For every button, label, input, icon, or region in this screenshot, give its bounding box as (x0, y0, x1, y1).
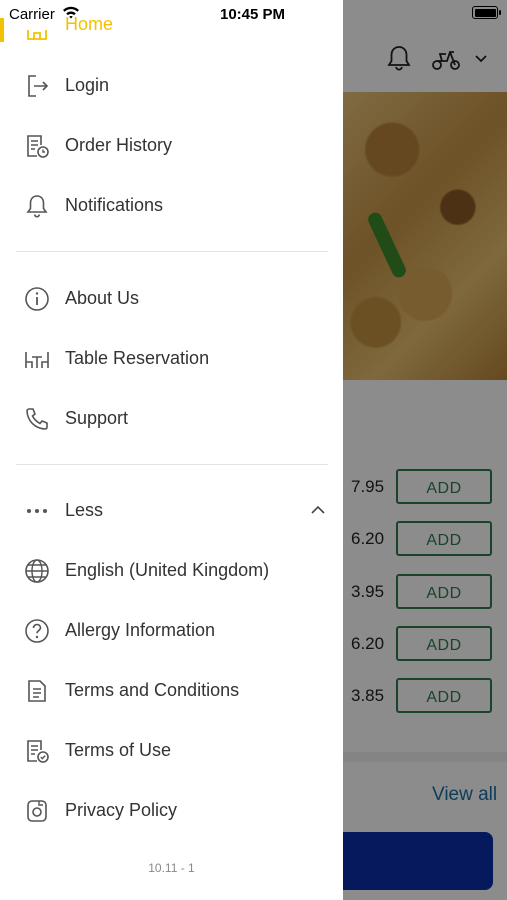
drawer-item-label: English (United Kingdom) (65, 560, 270, 580)
drawer-divider (16, 251, 328, 252)
document-icon (28, 680, 46, 702)
privacy-icon (27, 800, 47, 822)
drawer-divider (16, 464, 328, 465)
drawer-item-label: About Us (65, 288, 140, 308)
drawer-item-label: Table Reservation (65, 348, 210, 368)
drawer-item-about-us[interactable]: About Us (0, 274, 343, 324)
drawer-item-table-reservation[interactable]: Table Reservation (0, 334, 343, 384)
bell-icon (26, 195, 48, 218)
drawer-item-notifications[interactable]: Notifications (0, 181, 343, 231)
navigation-drawer: Home Login Order History Notifications A… (0, 0, 343, 900)
status-bar: Carrier 10:45 PM (0, 0, 507, 30)
chevron-up-icon (311, 505, 325, 514)
drawer-item-label: Order History (65, 135, 173, 155)
drawer-item-label: Terms and Conditions (65, 680, 240, 700)
battery-icon (472, 6, 498, 19)
app-version: 10.11 - 1 (148, 861, 195, 875)
document-check-icon (27, 740, 49, 763)
drawer-item-login[interactable]: Login (0, 61, 343, 111)
drawer-item-label: Less (65, 500, 104, 520)
phone-icon (26, 408, 48, 430)
drawer-item-privacy-policy[interactable]: Privacy Policy (0, 786, 343, 836)
drawer-item-label: Privacy Policy (65, 800, 178, 820)
carrier-label: Carrier (9, 6, 55, 23)
drawer-item-allergy-information[interactable]: Allergy Information (0, 606, 343, 656)
drawer-item-order-history[interactable]: Order History (0, 121, 343, 171)
info-icon (25, 287, 49, 311)
drawer-item-terms-and-conditions[interactable]: Terms and Conditions (0, 666, 343, 716)
drawer-item-label: Login (65, 75, 110, 95)
globe-icon (25, 559, 49, 583)
drawer-item-terms-of-use[interactable]: Terms of Use (0, 726, 343, 776)
drawer-item-support[interactable]: Support (0, 394, 343, 444)
drawer-item-label: Allergy Information (65, 620, 216, 640)
login-icon (28, 75, 49, 97)
drawer-item-label: Notifications (65, 195, 164, 215)
drawer-item-language[interactable]: English (United Kingdom) (0, 546, 343, 596)
drawer-item-label: Support (65, 408, 129, 428)
drawer-item-label: Terms of Use (65, 740, 172, 760)
drawer-item-less[interactable]: Less (0, 486, 343, 536)
clock: 10:45 PM (220, 6, 286, 23)
wifi-icon (63, 6, 79, 19)
question-icon (25, 619, 49, 643)
more-dots-icon (27, 509, 47, 513)
order-history-icon (27, 135, 49, 158)
battery-tip (499, 10, 501, 15)
table-icon (25, 352, 49, 368)
